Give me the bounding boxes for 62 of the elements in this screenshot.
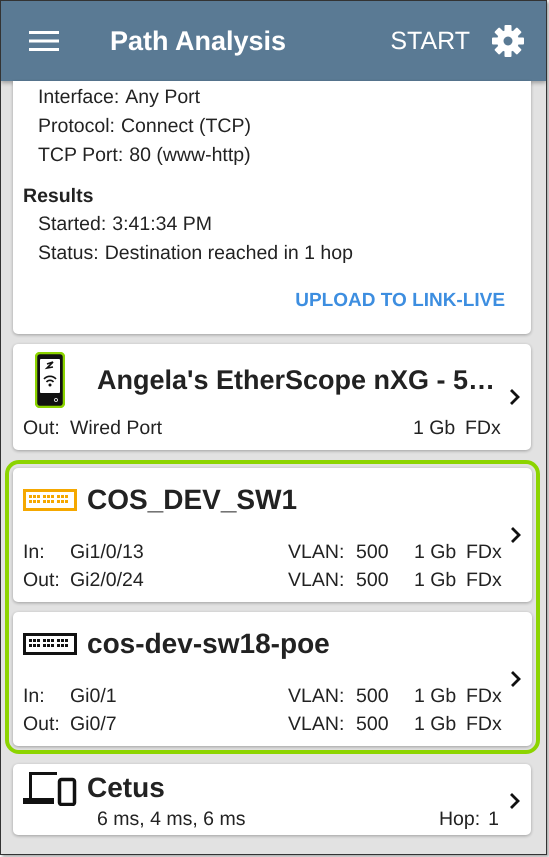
result-value: Destination reached in 1 hop xyxy=(104,241,353,266)
device-name: Angela's EtherScope nXG - 5… xyxy=(97,364,496,396)
device-name: COS_DEV_SW1 xyxy=(87,484,298,516)
settings-icon xyxy=(492,25,524,57)
hop-count: 1 xyxy=(488,808,499,831)
setting-value: 80 (www-http) xyxy=(129,143,251,168)
duplex-mode: FDx xyxy=(466,540,502,565)
menu-button[interactable] xyxy=(29,30,59,52)
duplex-mode: FDx xyxy=(466,712,502,737)
duplex-mode: FDx xyxy=(466,568,502,593)
vlan-label: VLAN: xyxy=(288,684,346,709)
link-speed: 1 Gb xyxy=(414,684,458,709)
port-label: Out: xyxy=(23,712,61,737)
port-name: Wired Port xyxy=(70,416,164,441)
handheld-tester-icon xyxy=(35,352,65,408)
settings-button[interactable] xyxy=(492,25,524,57)
device-name: cos-dev-sw18-poe xyxy=(87,628,330,660)
section-heading: Results xyxy=(23,184,94,209)
port-name: Gi2/0/24 xyxy=(70,568,145,593)
port-name: Gi0/1 xyxy=(70,684,118,709)
hop-card[interactable]: Cetus 6 ms, 4 ms, 6 ms Hop: 1 xyxy=(13,764,531,835)
setting-label: Interface: xyxy=(38,85,120,110)
latency-values: 6 ms, 4 ms, 6 ms xyxy=(97,808,246,831)
link-speed: 1 Gb xyxy=(413,416,456,441)
hop-card[interactable]: cos-dev-sw18-poe In: Gi0/1 VLAN: 500 1 Gb FDx Out: Gi0/7 VLAN: 500 1 Gb FDx xyxy=(13,612,532,746)
duplex-mode: FDx xyxy=(465,416,501,441)
start-button[interactable]: START xyxy=(390,26,470,56)
result-value: 3:41:34 PM xyxy=(112,212,212,237)
port-label: Out: xyxy=(23,416,61,441)
vlan-label: VLAN: xyxy=(288,568,346,593)
chevron-icon xyxy=(509,388,521,406)
chevron-icon xyxy=(510,670,522,688)
laptop-and-phone-icon xyxy=(23,770,77,806)
port-label: In: xyxy=(23,540,46,565)
port-name: Gi1/0/13 xyxy=(70,540,145,565)
setting-label: Protocol: xyxy=(38,114,115,139)
vlan-label: VLAN: xyxy=(288,712,346,737)
vlan-label: VLAN: xyxy=(288,540,346,565)
setting-label: TCP Port: xyxy=(38,143,124,168)
app-title: Path Analysis xyxy=(110,26,288,56)
menu-icon xyxy=(29,30,59,52)
device-name: Cetus xyxy=(87,772,165,804)
chevron-icon xyxy=(509,792,521,810)
setting-value: Connect (TCP) xyxy=(120,114,251,139)
setting-value: Any Port xyxy=(125,85,200,110)
port-label: In: xyxy=(23,684,46,709)
port-name: Gi0/7 xyxy=(70,712,118,737)
vlan-id: 500 xyxy=(356,540,390,565)
link-speed: 1 Gb xyxy=(414,540,458,565)
result-label: Started: xyxy=(38,212,106,237)
port-label: Out: xyxy=(23,568,61,593)
link-speed: 1 Gb xyxy=(414,568,458,593)
result-label: Status: xyxy=(38,241,99,266)
vlan-id: 500 xyxy=(356,568,390,593)
vlan-id: 500 xyxy=(356,684,390,709)
hop-card[interactable]: COS_DEV_SW1 In: Gi1/0/13 VLAN: 500 1 Gb FDx Out: Gi2/0/24 VLAN: 500 1 Gb FDx xyxy=(13,468,532,602)
hop-label: Hop: xyxy=(438,808,480,831)
chevron-icon xyxy=(510,526,522,544)
hop-card[interactable]: Angela's EtherScope nXG - 5… Out: Wired Port 1 Gb FDx xyxy=(13,344,531,450)
vlan-id: 500 xyxy=(356,712,390,737)
link-speed: 1 Gb xyxy=(414,712,458,737)
duplex-mode: FDx xyxy=(466,684,502,709)
